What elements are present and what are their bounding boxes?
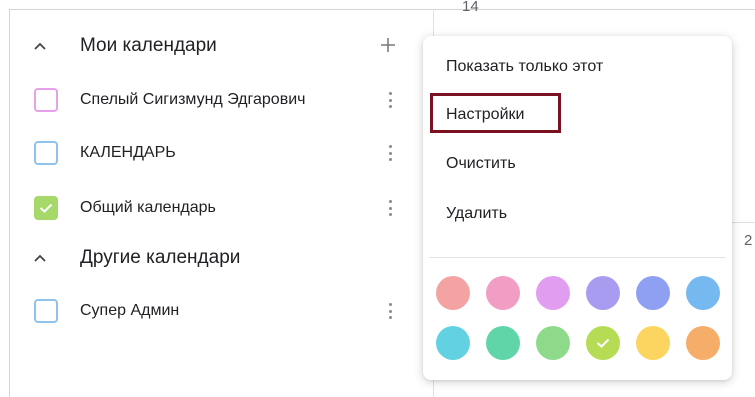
menu-item-clear[interactable]: Очистить [446,155,516,173]
calendar-item[interactable]: Спелый Сигизмунд Эдгарович [34,85,305,115]
color-swatch[interactable] [436,326,470,360]
calendar-label: Супер Админ [80,302,180,319]
calendar-item[interactable]: КАЛЕНДАРЬ [34,138,176,168]
chevron-up-icon[interactable] [30,36,50,56]
chevron-up-icon[interactable] [30,248,50,268]
calendar-item[interactable]: Супер Админ [34,296,179,326]
menu-item-delete[interactable]: Удалить [446,205,507,223]
check-icon [596,338,610,348]
menu-item-settings[interactable]: Настройки [446,106,524,124]
calendar-checkbox[interactable] [34,196,58,220]
calendar-checkbox[interactable] [34,88,58,112]
color-swatch[interactable] [586,276,620,310]
other-calendars-header[interactable]: Другие календари [30,243,240,273]
color-swatch[interactable] [636,276,670,310]
calendar-checkbox[interactable] [34,141,58,165]
my-calendars-header[interactable]: Мои календари [30,31,217,61]
color-swatch[interactable] [436,276,470,310]
my-calendars-title: Мои календари [80,35,217,56]
color-swatch[interactable] [536,276,570,310]
menu-divider [429,257,726,258]
check-icon [39,203,53,213]
color-swatch[interactable] [686,326,720,360]
more-options-icon[interactable] [386,141,394,165]
calendar-label: Спелый Сигизмунд Эдгарович [80,91,306,108]
color-swatch[interactable] [686,276,720,310]
color-picker [436,276,722,362]
day-number: 2 [744,232,753,249]
color-swatch[interactable] [636,326,670,360]
color-swatch[interactable] [486,326,520,360]
calendar-label: КАЛЕНДАРЬ [80,144,176,161]
calendar-item[interactable]: Общий календарь [34,193,216,223]
other-calendars-title: Другие календари [80,247,241,268]
color-swatch[interactable] [536,326,570,360]
add-calendar-button[interactable] [380,36,396,56]
more-options-icon[interactable] [386,196,394,220]
menu-item-show-only-this[interactable]: Показать только этот [446,58,603,76]
color-swatch[interactable] [586,326,620,360]
more-options-icon[interactable] [386,299,394,323]
more-options-icon[interactable] [386,88,394,112]
calendar-label: Общий календарь [80,199,216,216]
color-swatch[interactable] [486,276,520,310]
calendar-context-menu: Показать только этот Настройки Очистить … [423,36,732,380]
day-number: 14 [462,0,479,15]
calendar-checkbox[interactable] [34,299,58,323]
